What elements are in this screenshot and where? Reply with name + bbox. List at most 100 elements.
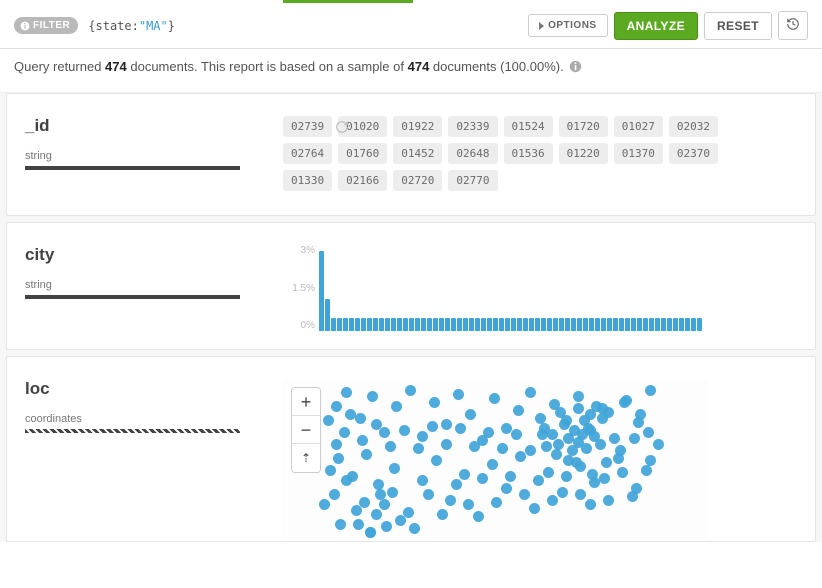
map-point[interactable] bbox=[371, 419, 382, 430]
chart-bar[interactable] bbox=[631, 318, 636, 331]
city-distribution-chart[interactable]: 3% 1.5% 0% bbox=[319, 245, 797, 331]
map-point[interactable] bbox=[585, 499, 596, 510]
reset-bearing-button[interactable]: ⇡ bbox=[292, 444, 320, 472]
map-point[interactable] bbox=[385, 441, 396, 452]
map-point[interactable] bbox=[379, 427, 390, 438]
chart-bar[interactable] bbox=[637, 318, 642, 331]
map-point[interactable] bbox=[323, 415, 334, 426]
map-point[interactable] bbox=[441, 439, 452, 450]
map-point[interactable] bbox=[619, 397, 630, 408]
map-point[interactable] bbox=[431, 455, 442, 466]
sample-value-tag[interactable]: 02739 bbox=[283, 116, 332, 137]
map-point[interactable] bbox=[635, 409, 646, 420]
chart-bar[interactable] bbox=[319, 251, 324, 331]
chart-bar[interactable] bbox=[577, 318, 582, 331]
chart-bar[interactable] bbox=[553, 318, 558, 331]
chart-bar[interactable] bbox=[667, 318, 672, 331]
analyze-button[interactable]: ANALYZE bbox=[614, 12, 698, 40]
chart-bar[interactable] bbox=[685, 318, 690, 331]
map-point[interactable] bbox=[387, 487, 398, 498]
chart-bar[interactable] bbox=[427, 318, 432, 331]
chart-bar[interactable] bbox=[595, 318, 600, 331]
sample-value-tag[interactable]: 01330 bbox=[283, 170, 332, 191]
map-point[interactable] bbox=[641, 465, 652, 476]
map-point[interactable] bbox=[413, 443, 424, 454]
map-point[interactable] bbox=[399, 425, 410, 436]
sample-value-tag[interactable]: 01720 bbox=[559, 116, 608, 137]
map-point[interactable] bbox=[341, 475, 352, 486]
chart-bar[interactable] bbox=[571, 318, 576, 331]
chart-bar[interactable] bbox=[433, 318, 438, 331]
map-point[interactable] bbox=[653, 439, 664, 450]
map-point[interactable] bbox=[445, 495, 456, 506]
chart-bar[interactable] bbox=[697, 318, 702, 331]
zoom-out-button[interactable]: − bbox=[292, 416, 320, 444]
map-point[interactable] bbox=[345, 409, 356, 420]
map-point[interactable] bbox=[325, 465, 336, 476]
chart-bar[interactable] bbox=[469, 318, 474, 331]
chart-bar[interactable] bbox=[607, 318, 612, 331]
chart-bar[interactable] bbox=[565, 318, 570, 331]
map-point[interactable] bbox=[381, 521, 392, 532]
chart-bar[interactable] bbox=[325, 299, 330, 331]
map-point[interactable] bbox=[519, 489, 530, 500]
chart-bar[interactable] bbox=[487, 318, 492, 331]
map-point[interactable] bbox=[455, 423, 466, 434]
map-point[interactable] bbox=[573, 403, 584, 414]
chart-bar[interactable] bbox=[661, 318, 666, 331]
sample-value-tag[interactable]: 02770 bbox=[448, 170, 497, 191]
map-point[interactable] bbox=[429, 397, 440, 408]
map-point[interactable] bbox=[497, 443, 508, 454]
map-point[interactable] bbox=[505, 471, 516, 482]
map-point[interactable] bbox=[319, 499, 330, 510]
chart-bar[interactable] bbox=[367, 318, 372, 331]
map-point[interactable] bbox=[533, 475, 544, 486]
map-point[interactable] bbox=[373, 479, 384, 490]
map-point[interactable] bbox=[515, 451, 526, 462]
map-point[interactable] bbox=[465, 409, 476, 420]
chart-bar[interactable] bbox=[559, 318, 564, 331]
map-point[interactable] bbox=[645, 385, 656, 396]
chart-bar[interactable] bbox=[421, 318, 426, 331]
map-point[interactable] bbox=[389, 463, 400, 474]
map-point[interactable] bbox=[417, 475, 428, 486]
map-point[interactable] bbox=[463, 499, 474, 510]
sample-value-tag[interactable]: 02370 bbox=[669, 143, 718, 164]
chart-bar[interactable] bbox=[589, 318, 594, 331]
map-point[interactable] bbox=[437, 509, 448, 520]
map-point[interactable] bbox=[469, 441, 480, 452]
map-point[interactable] bbox=[473, 511, 484, 522]
map-point[interactable] bbox=[575, 489, 586, 500]
map-point[interactable] bbox=[367, 391, 378, 402]
chart-bar[interactable] bbox=[643, 318, 648, 331]
sample-value-tag[interactable]: 01452 bbox=[393, 143, 442, 164]
map-point[interactable] bbox=[541, 441, 552, 452]
sample-value-tag[interactable]: 01760 bbox=[338, 143, 387, 164]
map-point[interactable] bbox=[501, 483, 512, 494]
map-point[interactable] bbox=[589, 477, 600, 488]
chart-bar[interactable] bbox=[409, 318, 414, 331]
chart-bar[interactable] bbox=[463, 318, 468, 331]
chart-bar[interactable] bbox=[583, 318, 588, 331]
map-point[interactable] bbox=[371, 509, 382, 520]
map-point[interactable] bbox=[487, 459, 498, 470]
map-point[interactable] bbox=[591, 401, 602, 412]
chart-bar[interactable] bbox=[655, 318, 660, 331]
chart-bar[interactable] bbox=[361, 318, 366, 331]
map-point[interactable] bbox=[529, 503, 540, 514]
chart-bar[interactable] bbox=[523, 318, 528, 331]
map-point[interactable] bbox=[459, 469, 470, 480]
map-point[interactable] bbox=[491, 497, 502, 508]
map-point[interactable] bbox=[539, 423, 550, 434]
filter-input[interactable]: {state:"MA"} bbox=[84, 15, 522, 37]
map-point[interactable] bbox=[365, 527, 376, 538]
info-icon[interactable] bbox=[569, 60, 582, 76]
map-point[interactable] bbox=[557, 487, 568, 498]
chart-bar[interactable] bbox=[403, 318, 408, 331]
filter-badge[interactable]: FILTER bbox=[14, 17, 78, 34]
sample-value-tag[interactable]: 01922 bbox=[393, 116, 442, 137]
zoom-in-button[interactable]: + bbox=[292, 388, 320, 416]
reset-button[interactable]: RESET bbox=[704, 12, 772, 40]
map-point[interactable] bbox=[409, 523, 420, 534]
sample-value-tag[interactable]: 02648 bbox=[448, 143, 497, 164]
